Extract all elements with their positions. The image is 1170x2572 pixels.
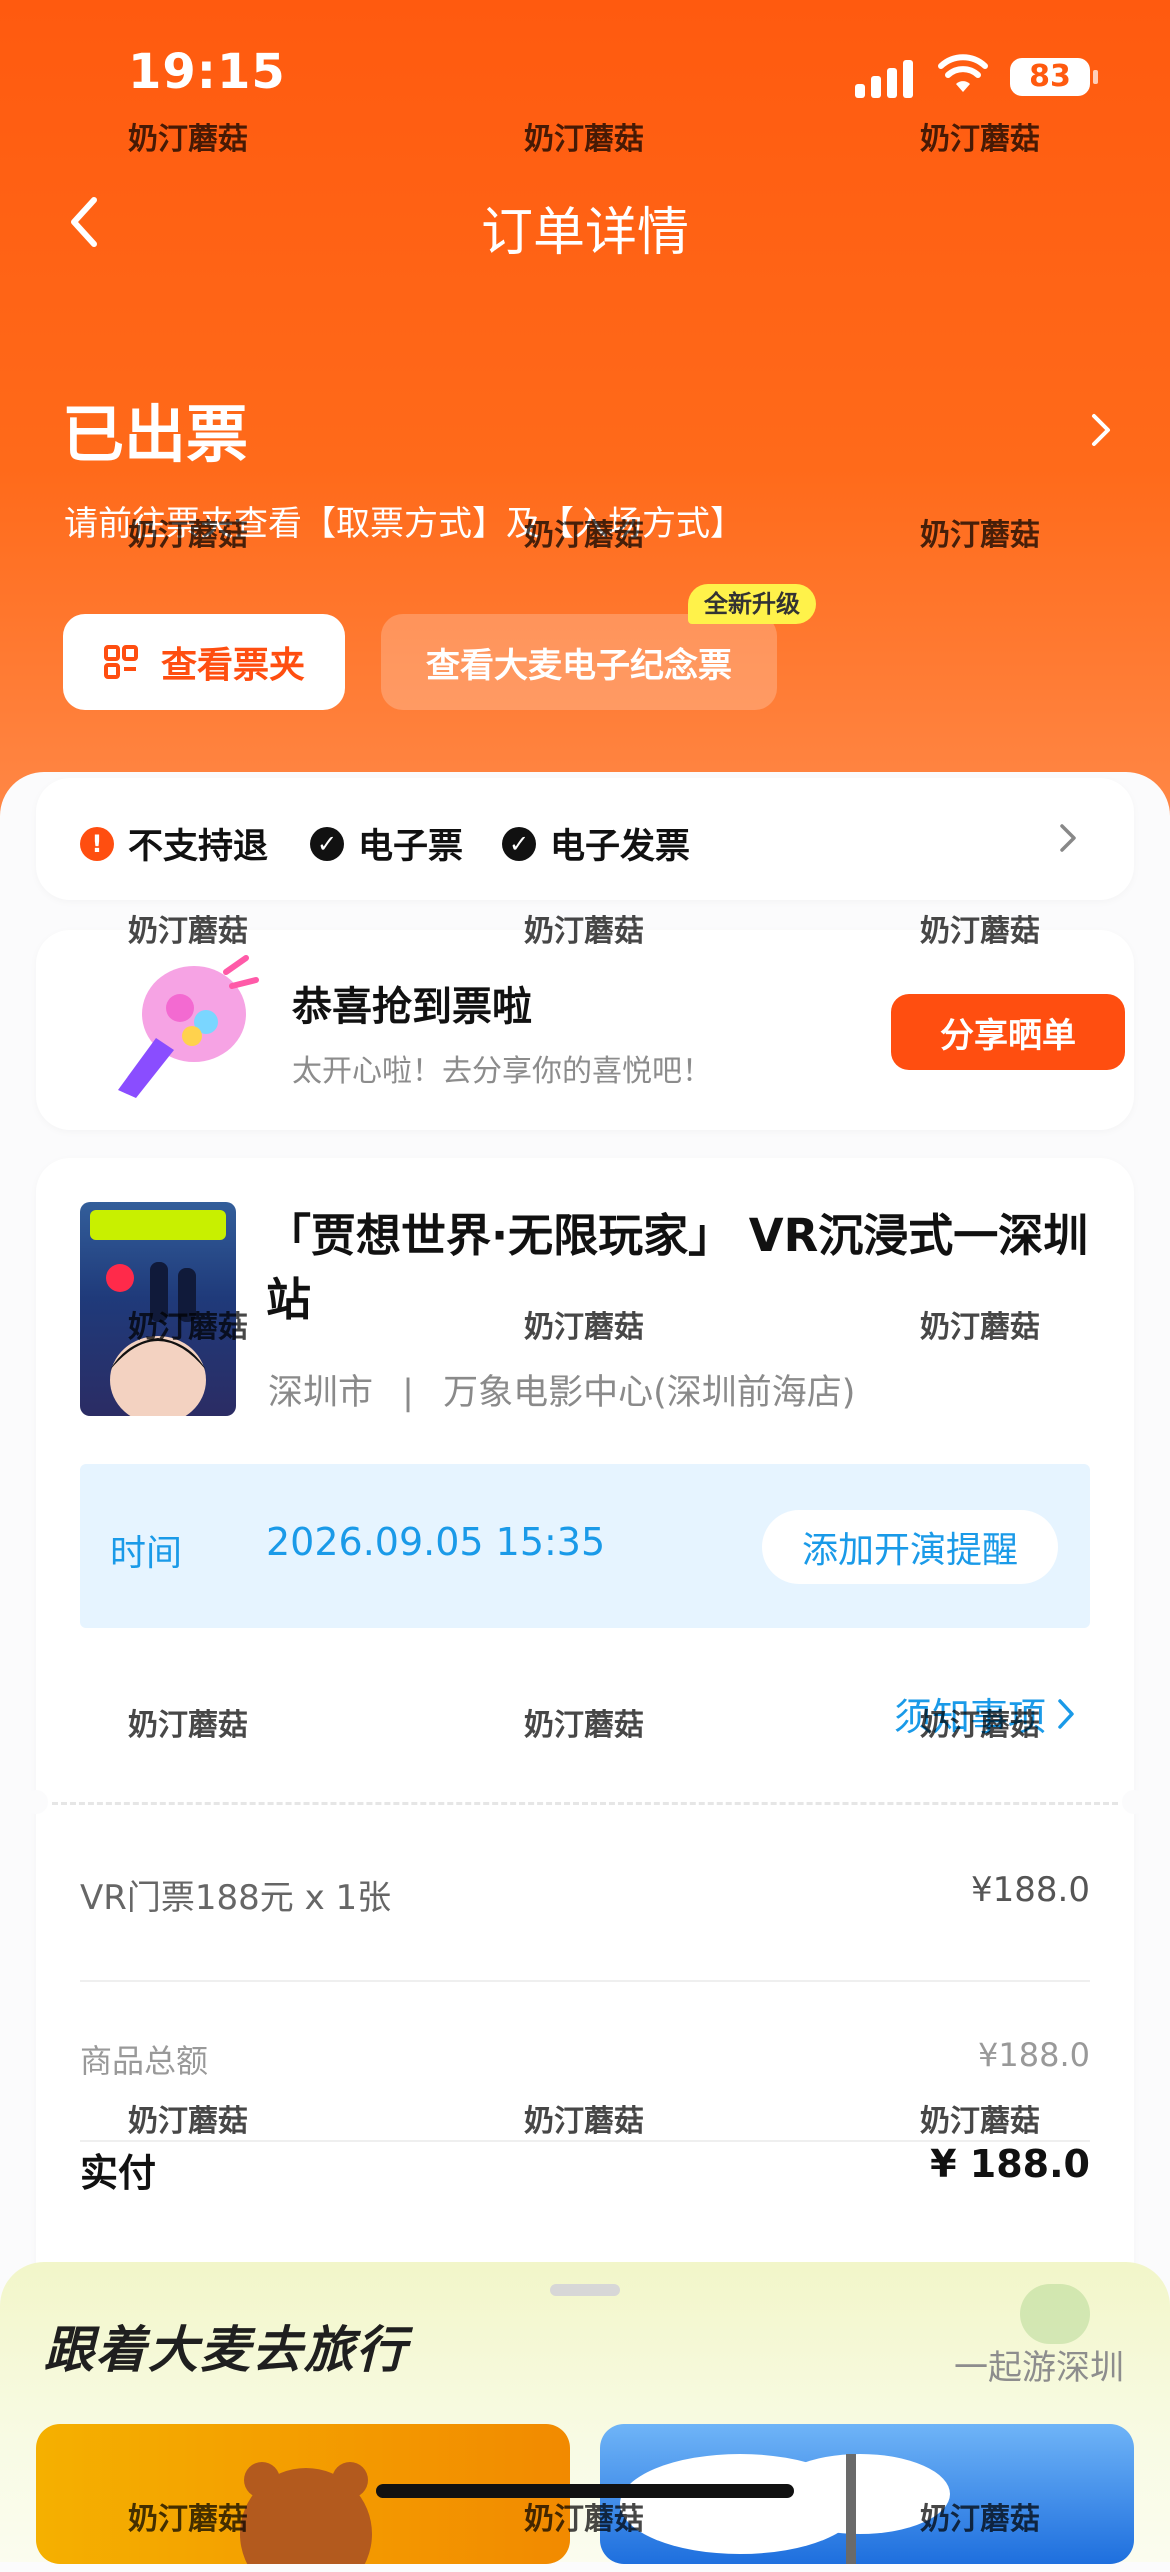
watermark: 奶汀蘑菇 [128,2104,248,2139]
paid-label: 实付 [80,2151,157,2195]
watermark: 奶汀蘑菇 [524,1310,644,1345]
drag-handle[interactable] [550,2284,620,2296]
watermark: 奶汀蘑菇 [920,1310,1040,1345]
promo-title: 恭喜抢到票啦 [292,984,532,1030]
view-souvenir-ticket-button[interactable]: 查看大麦电子纪念票 [381,614,777,710]
chevron-right-icon[interactable] [1086,410,1114,450]
watermark: 奶汀蘑菇 [128,518,248,553]
watermark: 奶汀蘑菇 [524,518,644,553]
line-item-label: VR门票188元 x 1张 [80,1878,392,1918]
share-order-button[interactable]: 分享晒单 [891,994,1125,1070]
ticket-notch [1122,1790,1146,1814]
map-pin-icon [1020,2284,1090,2344]
promo-subtitle: 太开心啦！去分享你的喜悦吧！ [292,1054,712,1089]
watermark: 奶汀蘑菇 [524,914,644,949]
subtotal-row: 商品总额 ¥188.0 [80,2036,1090,2082]
status-time: 19:15 [128,44,286,100]
chevron-right-icon [1058,1698,1074,1729]
divider [80,1980,1090,1982]
ticket-policy-tags[interactable]: ! 不支持退 ✓ 电子票 ✓ 电子发票 [36,778,1134,900]
watermark: 奶汀蘑菇 [920,2104,1040,2139]
ticket-wallet-icon [103,645,138,679]
tag-label: 不支持退 [128,827,269,867]
watermark: 奶汀蘑菇 [524,2104,644,2139]
paid-row: 实付 ¥ 188.0 [80,2142,1090,2197]
venue-name: 万象电影中心(深圳前海店) [443,1373,856,1413]
tag-no-refund: ! 不支持退 [80,818,268,869]
watermark: 奶汀蘑菇 [920,518,1040,553]
watermark: 奶汀蘑菇 [128,2502,248,2537]
show-time-panel: 时间 2026.09.05 15:35 添加开演提醒 [80,1464,1090,1628]
chevron-right-icon [1060,824,1076,852]
ticket-notch [24,1790,48,1814]
travel-section-title: 跟着大麦去旅行 [44,2321,408,2379]
line-item-row: VR门票188元 x 1张 ¥188.0 [80,1870,1090,1919]
battery-indicator: 83 [1010,58,1098,96]
subtotal-value: ¥188.0 [978,2036,1090,2074]
add-reminder-button[interactable]: 添加开演提醒 [762,1510,1058,1584]
watermark: 奶汀蘑菇 [524,1708,644,1743]
watermark: 奶汀蘑菇 [128,914,248,949]
wifi-icon [938,54,988,92]
page-title: 订单详情 [480,203,689,263]
time-label: 时间 [110,1533,183,1574]
travel-city-link[interactable]: 一起游深圳 [954,2340,1124,2389]
view-souvenir-ticket-label: 查看大麦电子纪念票 [426,645,732,686]
line-item-price: ¥188.0 [971,1870,1090,1910]
watermark: 奶汀蘑菇 [920,914,1040,949]
venue-city: 深圳市 [268,1373,374,1413]
tag-label: 电子票 [358,827,464,867]
upgrade-badge: 全新升级 [688,584,816,624]
warning-icon: ! [80,826,114,861]
tag-label: 电子发票 [550,827,691,867]
order-status-title[interactable]: 已出票 [62,384,248,474]
check-circle-icon: ✓ [502,826,536,861]
view-ticket-wallet-label: 查看票夹 [160,645,305,686]
dashed-divider [52,1802,1118,1805]
time-value: 2026.09.05 15:35 [266,1520,606,1564]
view-ticket-wallet-button[interactable]: 查看票夹 [63,614,345,710]
paid-value: ¥ 188.0 [930,2142,1090,2186]
venue-separator: | [402,1373,414,1413]
watermark: 奶汀蘑菇 [128,1708,248,1743]
show-venue: 深圳市 | 万象电影中心(深圳前海店) [268,1364,855,1415]
tag-e-ticket: ✓ 电子票 [310,818,463,869]
party-popper-icon [118,955,259,1098]
watermark: 奶汀蘑菇 [920,1708,1040,1743]
watermark: 奶汀蘑菇 [128,1310,248,1345]
tag-e-invoice: ✓ 电子发票 [502,818,690,869]
subtotal-label: 商品总额 [80,2042,209,2080]
watermark: 奶汀蘑菇 [524,122,644,157]
cellular-signal-icon [855,58,917,98]
watermark: 奶汀蘑菇 [920,2502,1040,2537]
watermark: 奶汀蘑菇 [128,122,248,157]
check-circle-icon: ✓ [310,826,344,861]
share-promo-card: 恭喜抢到票啦 太开心啦！去分享你的喜悦吧！ 分享晒单 [36,930,1134,1130]
watermark: 奶汀蘑菇 [920,122,1040,157]
watermark: 奶汀蘑菇 [524,2502,644,2537]
